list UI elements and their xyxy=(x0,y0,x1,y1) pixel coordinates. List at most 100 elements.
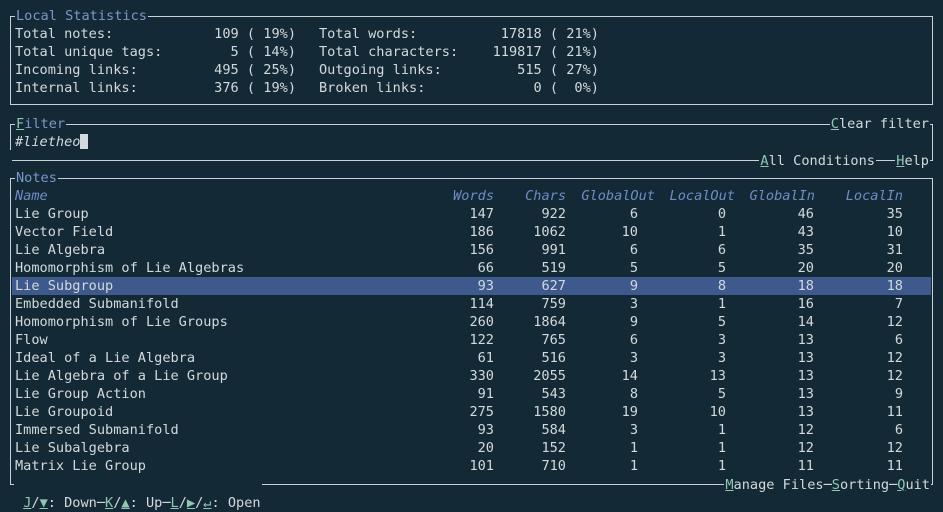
table-row[interactable]: Flow 122 765 6 3 13 6 xyxy=(12,331,931,349)
col-global-out: 3 xyxy=(629,350,638,366)
col-words: 66 xyxy=(477,260,494,276)
col-global-out: 6 xyxy=(629,242,638,258)
col-local-in: 35 xyxy=(886,206,903,222)
table-row[interactable]: Matrix Lie Group 101 710 1 1 11 11 xyxy=(12,457,931,475)
table-row[interactable]: Immersed Submanifold 93 584 3 1 12 6 xyxy=(12,421,931,439)
notes-title: Notes xyxy=(15,169,58,187)
col-name: Embedded Submanifold xyxy=(15,296,179,312)
col-global-in: 13 xyxy=(797,404,814,420)
sorting-button[interactable]: Sorting xyxy=(832,477,889,493)
up-hint[interactable]: K/▲: Up xyxy=(105,495,162,511)
col-global-in: 18 xyxy=(797,278,814,294)
table-row[interactable]: Lie Group Action 91 543 8 5 13 9 xyxy=(12,385,931,403)
col-global-in: 46 xyxy=(797,206,814,222)
col-local-out: 3 xyxy=(717,350,726,366)
col-chars: 519 xyxy=(541,260,566,276)
all-conditions-button[interactable]: All Conditions xyxy=(759,152,876,170)
col-chars: 710 xyxy=(541,458,566,474)
stat-value: 495 ( 25%) xyxy=(214,62,296,78)
open-label: : Open xyxy=(211,495,261,511)
col-chars: 543 xyxy=(541,386,566,402)
col-global-out: 1 xyxy=(629,440,638,456)
manage-files-button[interactable]: Manage Files xyxy=(725,477,823,493)
table-row[interactable]: Homomorphism of Lie Algebras 66 519 5 5 20 20 xyxy=(12,259,931,277)
filter-corner-mask xyxy=(0,150,12,162)
filter-hotkey: F xyxy=(16,116,25,132)
col-local-in: 6 xyxy=(894,332,903,348)
col-name: Ideal of a Lie Algebra xyxy=(15,350,196,366)
col-local-in: 12 xyxy=(886,368,903,384)
col-local-in: 6 xyxy=(894,422,903,438)
col-chars: 1062 xyxy=(533,224,566,240)
sorting-label: orting xyxy=(839,477,890,493)
col-local-out: 1 xyxy=(717,224,726,240)
filter-title: Filter xyxy=(15,115,67,133)
col-name: Homomorphism of Lie Algebras xyxy=(15,260,245,276)
col-words: 61 xyxy=(477,350,494,366)
filter-input[interactable]: #lietheo xyxy=(15,133,89,151)
table-row[interactable]: Lie Subgroup 93 627 9 8 18 18 xyxy=(12,277,931,295)
table-row[interactable]: Ideal of a Lie Algebra 61 516 3 3 13 12 xyxy=(12,349,931,367)
table-row[interactable]: Homomorphism of Lie Groups 260 1864 9 5 14 12 xyxy=(12,313,931,331)
col-name: Lie Group Action xyxy=(15,386,146,402)
col-local-out: 3 xyxy=(717,332,726,348)
col-words: 122 xyxy=(469,332,494,348)
manage-files-label: anage Files xyxy=(733,477,824,493)
col-name: Lie Algebra xyxy=(15,242,106,258)
col-local-out: 6 xyxy=(717,242,726,258)
open-hint[interactable]: L/▶/↵: Open xyxy=(171,495,261,511)
col-local-out: LocalOut xyxy=(669,188,735,204)
col-local-out: 5 xyxy=(717,260,726,276)
table-row[interactable]: Lie Groupoid 275 1580 19 10 13 11 xyxy=(12,403,931,421)
table-row[interactable]: Lie Algebra 156 991 6 6 35 31 xyxy=(12,241,931,259)
col-global-out: 3 xyxy=(629,422,638,438)
quit-button[interactable]: Quit xyxy=(897,477,930,493)
open-hotkey: L xyxy=(170,495,179,511)
quit-label: uit xyxy=(905,477,930,493)
table-row[interactable]: Lie Group 147 922 6 0 46 35 xyxy=(12,205,931,223)
help-button[interactable]: Help xyxy=(895,152,930,170)
col-local-out: 5 xyxy=(717,314,726,330)
up-label: : Up xyxy=(129,495,163,511)
col-global-out: 9 xyxy=(629,278,638,294)
table-row[interactable]: Embedded Submanifold 114 759 3 1 16 7 xyxy=(12,295,931,313)
col-global-out: 14 xyxy=(621,368,638,384)
col-local-in: 11 xyxy=(886,404,903,420)
col-name[interactable]: Name xyxy=(15,187,48,205)
col-chars: 152 xyxy=(541,440,566,456)
col-name: Flow xyxy=(15,332,48,348)
col-global-out: 6 xyxy=(629,332,638,348)
col-name: Lie Subgroup xyxy=(15,278,114,294)
down-hint[interactable]: J/▼: Down xyxy=(23,495,97,511)
col-local-in: 10 xyxy=(886,224,903,240)
table-row[interactable]: Vector Field 186 1062 10 1 43 10 xyxy=(12,223,931,241)
col-name: Immersed Submanifold xyxy=(15,422,179,438)
footer-left: J/▼: Down─K/▲: Up─L/▶/↵: Open xyxy=(14,476,262,512)
col-local-in: 20 xyxy=(886,260,903,276)
all-hotkey: A xyxy=(760,153,769,169)
clear-filter-button[interactable]: Clear filter xyxy=(829,115,930,133)
col-words: 330 xyxy=(469,368,494,384)
table-row[interactable]: Lie Algebra of a Lie Group 330 2055 14 13 13 1… xyxy=(12,367,931,385)
col-global-in: 14 xyxy=(797,314,814,330)
sort-hotkey: S xyxy=(831,477,840,493)
text-cursor xyxy=(80,134,89,149)
stat-value: 109 ( 19%) xyxy=(214,26,296,42)
up-hotkey: K xyxy=(105,495,114,511)
col-local-out: 1 xyxy=(717,440,726,456)
col-global-in: 20 xyxy=(797,260,814,276)
col-global-out: 5 xyxy=(629,260,638,276)
col-chars: 2055 xyxy=(533,368,566,384)
col-local-out: 8 xyxy=(717,278,726,294)
table-row[interactable]: Lie Subalgebra 20 152 1 1 12 12 xyxy=(12,439,931,457)
col-local-out: 1 xyxy=(717,458,726,474)
col-global-out: 10 xyxy=(621,224,638,240)
col-local-out: 1 xyxy=(717,422,726,438)
col-global-in: 43 xyxy=(797,224,814,240)
col-words: 275 xyxy=(469,404,494,420)
stat-value: 0 ( 0%) xyxy=(533,80,599,96)
down-label: : Down xyxy=(47,495,97,511)
col-global-in: 11 xyxy=(797,458,814,474)
col-chars: 759 xyxy=(541,296,566,312)
col-local-in: 31 xyxy=(886,242,903,258)
